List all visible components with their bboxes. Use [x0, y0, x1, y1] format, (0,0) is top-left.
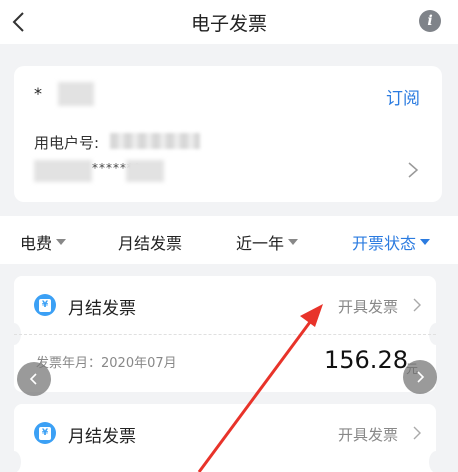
caret-down-icon — [288, 239, 299, 245]
issue-invoice-button[interactable]: 开具发票 — [338, 424, 398, 445]
caret-down-icon — [56, 239, 67, 245]
redacted-address-start — [34, 160, 92, 182]
page-title: 电子发票 — [190, 12, 267, 35]
nav-bar: 电子发票 i — [0, 0, 458, 44]
filter-invoice-type[interactable]: 月结发票 — [118, 230, 182, 254]
info-icon[interactable]: i — [419, 10, 441, 32]
back-arrow-icon[interactable] — [6, 8, 34, 36]
ticket-notch — [429, 451, 443, 472]
filter-invoice-status[interactable]: 开票状态 — [352, 230, 431, 254]
filter-label: 月结发票 — [118, 234, 183, 253]
divider — [14, 334, 436, 335]
invoice-month: 发票年月：2020年07月 — [36, 356, 177, 371]
invoice-title: 月结发票 — [68, 427, 136, 447]
redacted-account-number — [110, 133, 200, 149]
chevron-right-icon — [417, 371, 425, 383]
invoice-amount: 156.28 — [324, 346, 408, 374]
next-page-button[interactable] — [403, 360, 437, 394]
filter-label: 开票状态 — [352, 234, 417, 253]
chevron-right-icon[interactable] — [412, 425, 422, 441]
filter-bar: 电费 月结发票 近一年 开票状态 — [0, 216, 458, 264]
caret-down-icon — [420, 239, 431, 245]
invoice-card[interactable]: ¥ 月结发票 开具发票 发票年月：2020年07月 156.28 元 — [7, 276, 443, 392]
invoice-icon: ¥ — [34, 422, 56, 444]
invoice-card[interactable]: ¥ 月结发票 开具发票 — [7, 404, 443, 472]
invoice-icon: ¥ — [34, 294, 56, 316]
account-name: * — [34, 84, 42, 103]
chevron-right-icon[interactable] — [406, 160, 420, 180]
redacted-name — [58, 82, 94, 106]
redacted-address-end — [126, 160, 164, 182]
ticket-notch — [7, 451, 21, 472]
issue-invoice-button[interactable]: 开具发票 — [338, 296, 398, 317]
filter-fee-type[interactable]: 电费 — [20, 230, 67, 254]
subscribe-button[interactable]: 订阅 — [386, 84, 420, 109]
previous-page-button[interactable] — [17, 362, 51, 396]
invoice-title: 月结发票 — [68, 299, 136, 319]
chevron-right-icon[interactable] — [412, 297, 422, 313]
filter-label: 电费 — [20, 234, 53, 253]
account-card[interactable]: * 订阅 用电户号: ******* — [14, 66, 442, 202]
account-number-label: 用电户号: — [34, 134, 100, 152]
filter-label: 近一年 — [236, 234, 285, 253]
chevron-left-icon — [29, 373, 37, 385]
filter-period[interactable]: 近一年 — [236, 230, 299, 254]
